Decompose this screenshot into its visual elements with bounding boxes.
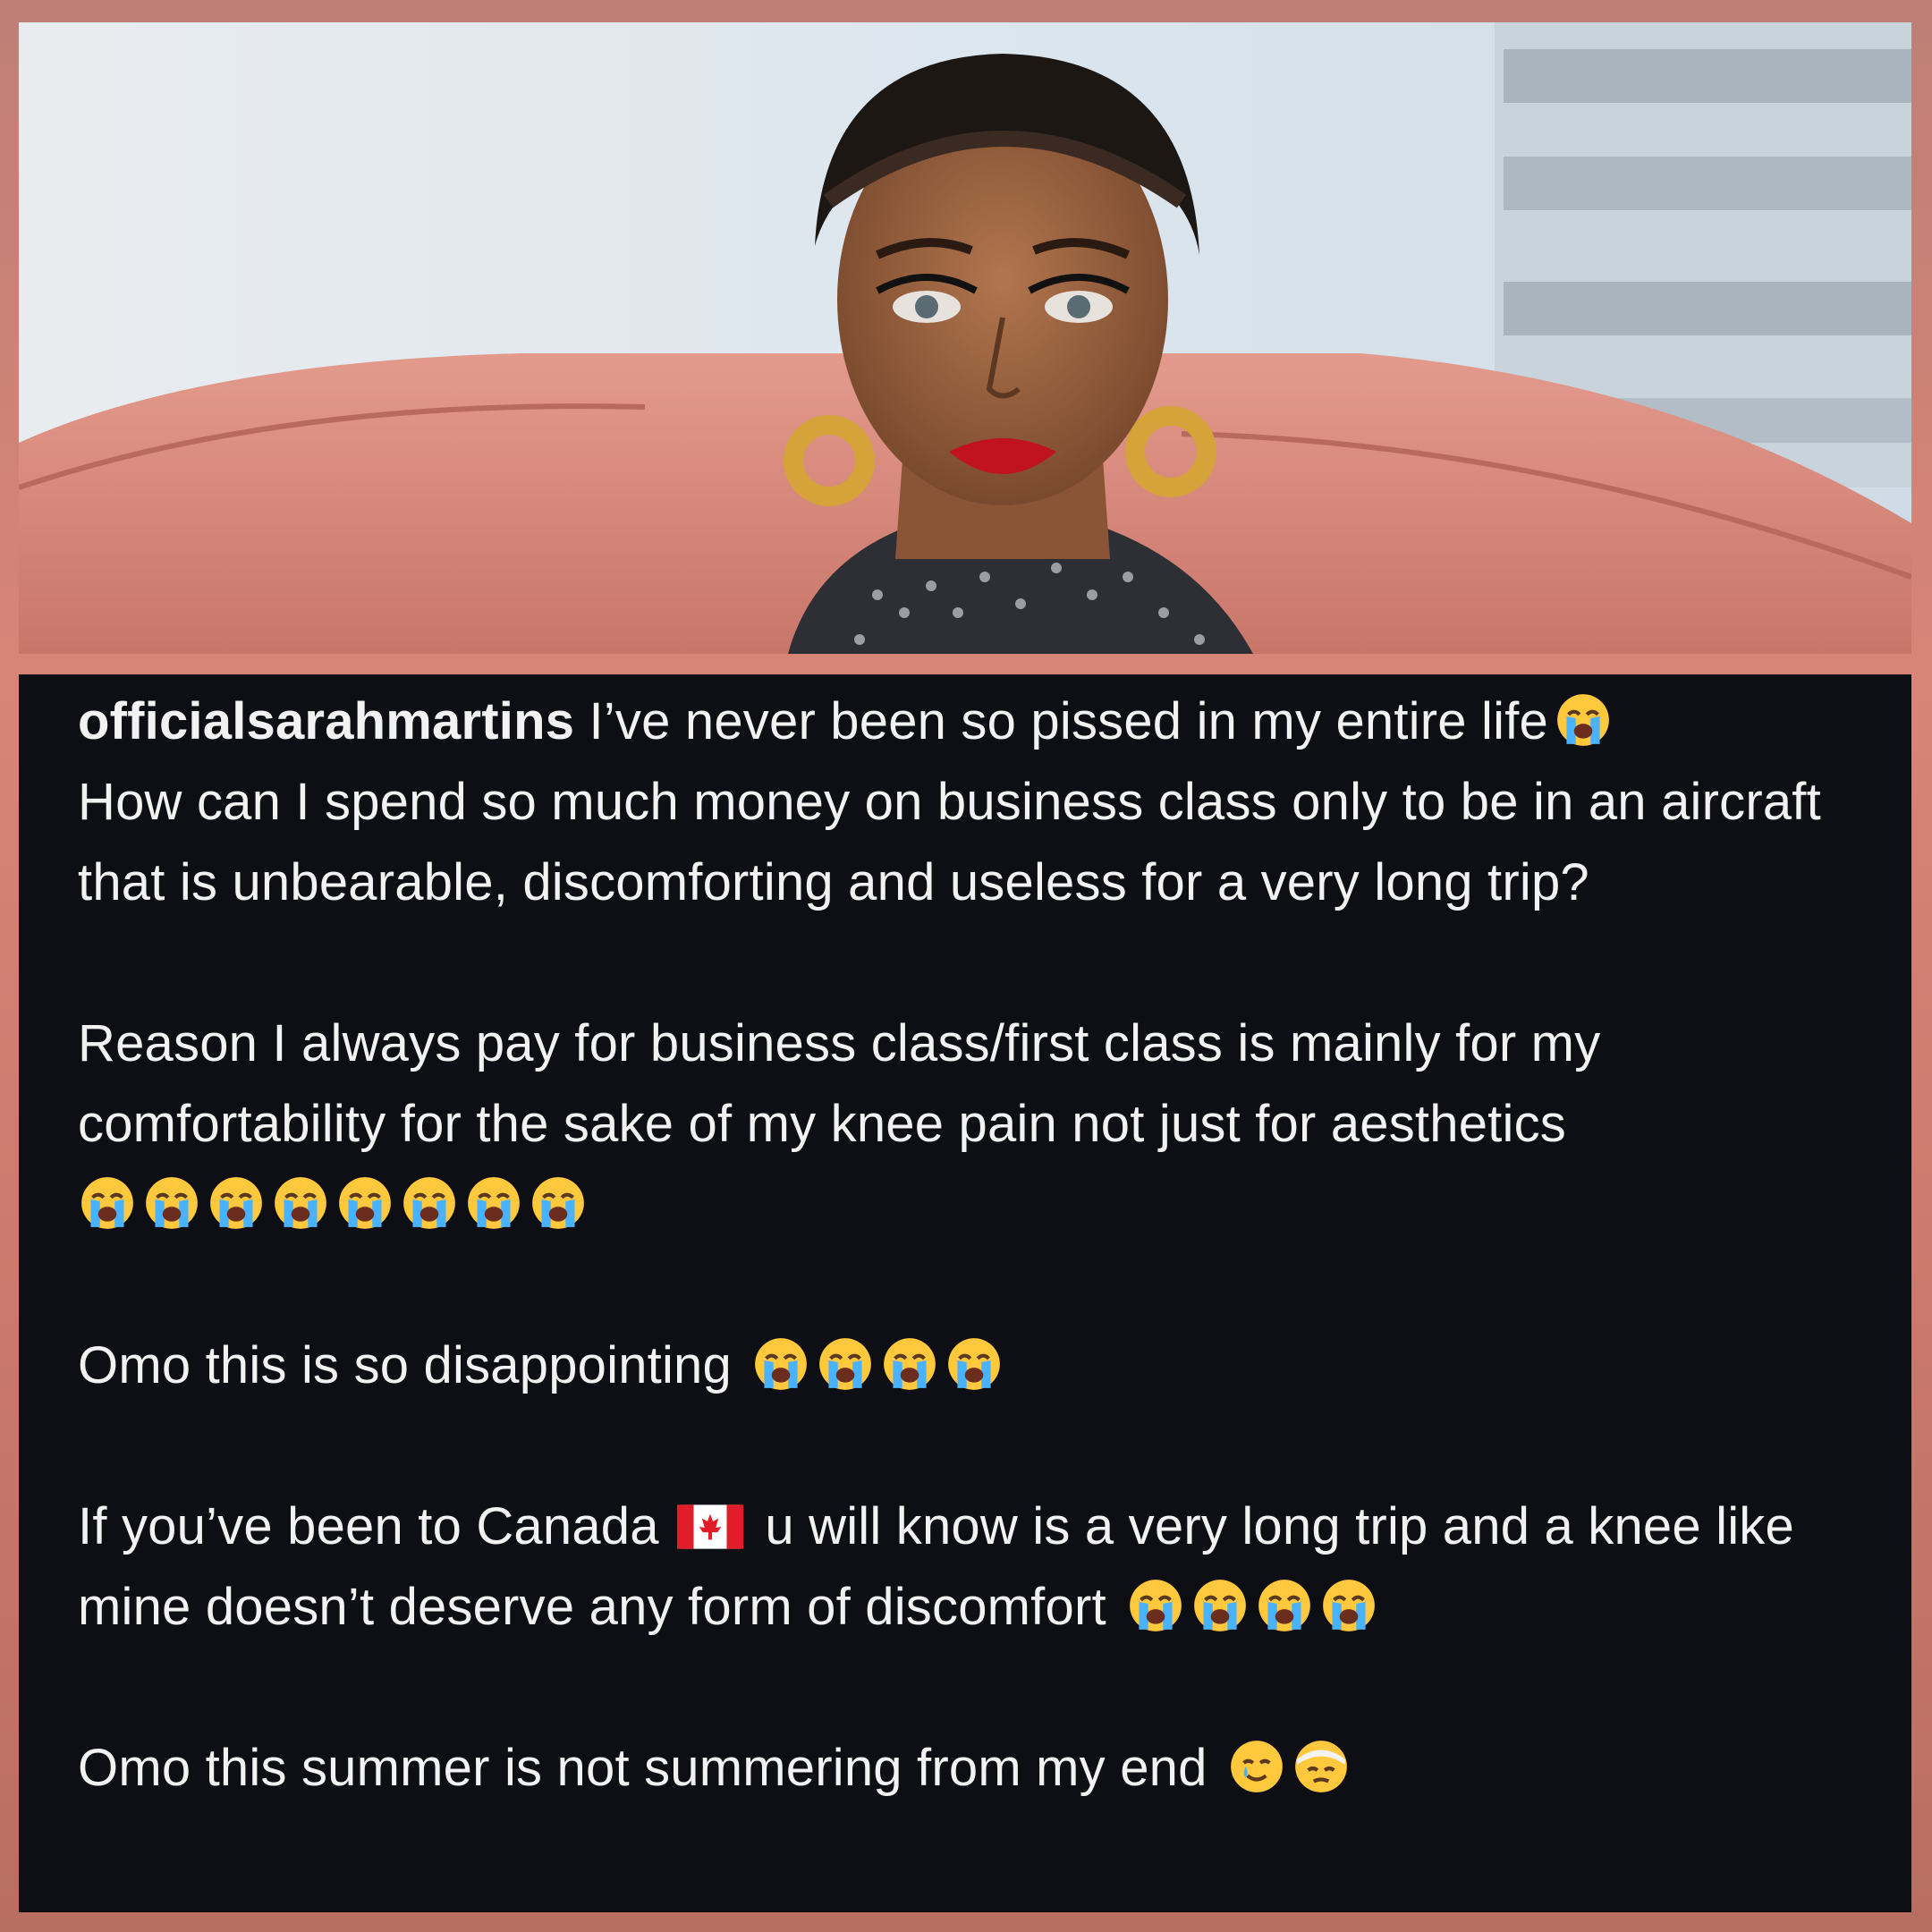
loudly-crying-face-icon: [1554, 691, 1613, 750]
loudly-crying-face-icon: [529, 1174, 588, 1233]
loudly-crying-face-icon: [464, 1174, 523, 1233]
caption-paragraph-5: Omo this summer is not summering from my…: [78, 1728, 1876, 1809]
loudly-crying-face-icon: [816, 1335, 875, 1394]
caption-paragraph-4: If you’ve been to Canada u will know is …: [78, 1487, 1876, 1648]
loudly-crying-face-icon: [880, 1335, 939, 1394]
screenshot-frame: officialsarahmartins I’ve never been so …: [0, 0, 1932, 1932]
loudly-crying-face-icon: [1126, 1576, 1185, 1635]
loudly-crying-face-icon: [400, 1174, 459, 1233]
caption-canada-text: If you’ve been to Canada: [78, 1497, 674, 1555]
loudly-crying-face-icon: [751, 1335, 810, 1394]
face-with-head-bandage-icon: [1292, 1737, 1351, 1796]
caption-text: officialsarahmartins I’ve never been so …: [78, 682, 1876, 1809]
post-caption-panel: officialsarahmartins I’ve never been so …: [19, 674, 1911, 1912]
caption-continuation: How can I spend so much money on busines…: [78, 773, 1821, 911]
canada-flag-icon: [677, 1504, 744, 1549]
profile-photo: [19, 22, 1911, 654]
caption-paragraph-3: Omo this is so disappointing: [78, 1326, 1876, 1406]
loudly-crying-face-icon: [945, 1335, 1004, 1394]
caption-disappointing-text: Omo this is so disappointing: [78, 1336, 747, 1394]
loudly-crying-face-icon: [271, 1174, 330, 1233]
caption-line-1: I’ve never been so pissed in my entire l…: [574, 692, 1548, 750]
loudly-crying-face-icon: [1319, 1576, 1378, 1635]
loudly-crying-face-icon: [1255, 1576, 1314, 1635]
loudly-crying-face-icon: [142, 1174, 201, 1233]
loudly-crying-face-icon: [207, 1174, 266, 1233]
smiling-face-with-tear-icon: [1227, 1737, 1286, 1796]
loudly-crying-face-icon: [1191, 1576, 1250, 1635]
portrait-illustration: [19, 22, 1911, 654]
caption-paragraph-1: officialsarahmartins I’ve never been so …: [78, 682, 1876, 923]
caption-summer-text: Omo this summer is not summering from my…: [78, 1739, 1222, 1797]
emoji-row-crying: [78, 1175, 588, 1233]
caption-reason-text: Reason I always pay for business class/f…: [78, 1014, 1601, 1153]
username-link[interactable]: officialsarahmartins: [78, 692, 574, 750]
loudly-crying-face-icon: [78, 1174, 137, 1233]
loudly-crying-face-icon: [335, 1174, 394, 1233]
caption-paragraph-2: Reason I always pay for business class/f…: [78, 1004, 1876, 1245]
